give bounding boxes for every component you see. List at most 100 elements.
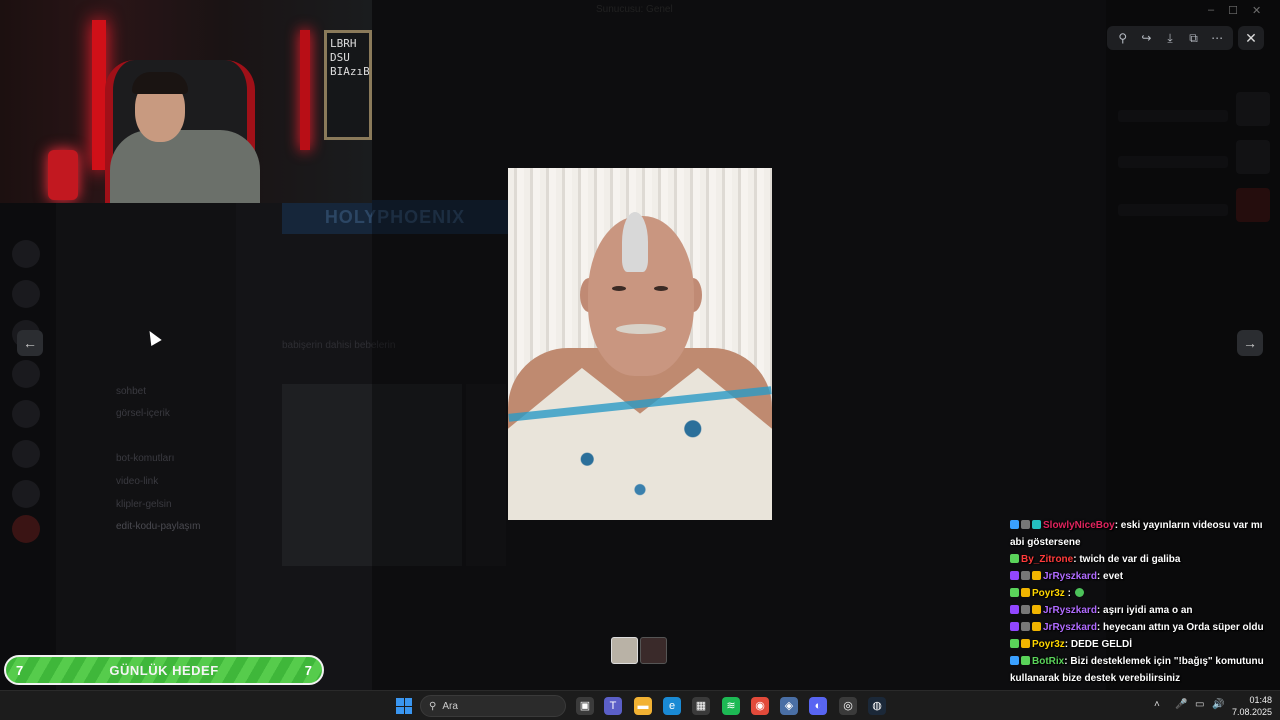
badge-icon <box>1010 639 1019 648</box>
badge-icon <box>1021 588 1030 597</box>
chat-message: JrRyszkard: aşırı iyidi ama o an <box>1010 602 1276 619</box>
daily-goal-bar: 7 GÜNLÜK HEDEF 7 <box>4 655 324 685</box>
photo-mohawk <box>622 212 648 272</box>
volume-icon[interactable]: 🔊 <box>1212 699 1224 710</box>
discord-icon[interactable]: ◐ <box>809 697 827 715</box>
microphone-icon[interactable]: 🎤 <box>1175 699 1187 710</box>
badge-icon <box>1010 588 1019 597</box>
server-icon <box>12 280 40 308</box>
screen: sohbet görsel-içerik bot-komutları video… <box>0 0 1280 720</box>
chat-text: : twich de var di galiba <box>1073 554 1181 565</box>
server-icon <box>12 400 40 428</box>
server-icon <box>12 515 40 543</box>
photo-mustache <box>616 324 666 334</box>
led-light <box>300 30 310 150</box>
photo-eye <box>654 286 668 291</box>
lamp <box>48 150 78 200</box>
chat-message: JrRyszkard: heyecanı attın ya Orda süper… <box>1010 619 1276 636</box>
badge-icon <box>1021 605 1030 614</box>
file-explorer-icon[interactable]: ▬ <box>634 697 652 715</box>
chat-username[interactable]: Poyr3z <box>1032 588 1065 599</box>
taskbar-search[interactable]: ⚲ Ara <box>420 695 566 717</box>
next-arrow-icon[interactable]: → <box>1237 330 1263 356</box>
viewer-image[interactable] <box>508 168 772 520</box>
download-icon[interactable]: ⤓ <box>1160 28 1180 48</box>
steam-icon[interactable]: ◍ <box>868 697 886 715</box>
clock-date: 7.08.2025 <box>1231 707 1272 717</box>
taskbar-clock[interactable]: 01:48 7.08.2025 <box>1228 694 1272 718</box>
search-icon: ⚲ <box>429 700 437 712</box>
close-icon[interactable]: ✕ <box>1238 26 1264 50</box>
task-view-icon[interactable]: ▣ <box>576 697 594 715</box>
badge-icon <box>1010 656 1019 665</box>
chat-username[interactable]: SlowlyNiceBoy <box>1043 520 1115 531</box>
chat-username[interactable]: JrRyszkard <box>1043 571 1097 582</box>
badge-icon <box>1021 622 1030 631</box>
badge-icon <box>1021 656 1030 665</box>
app-icon[interactable]: ◈ <box>780 697 798 715</box>
viewer-toolbar: ⚲ ↪ ⤓ ⧉ ⋯ <box>1107 26 1233 50</box>
windows-start-icon[interactable] <box>396 698 412 714</box>
badge-icon <box>1021 571 1030 580</box>
server-icon <box>12 360 40 388</box>
chat-username[interactable]: JrRyszkard <box>1043 622 1097 633</box>
obs-icon[interactable]: ◎ <box>839 697 857 715</box>
chat-text: : <box>1064 588 1071 599</box>
badge-icon <box>1032 605 1041 614</box>
board-line: DSU <box>330 51 350 64</box>
chat-username[interactable]: Poyr3z <box>1032 639 1065 650</box>
chalkboard: LBRH DSU BIAzıB <box>324 30 372 140</box>
badge-icon <box>1021 639 1030 648</box>
thumbnail[interactable] <box>640 637 667 664</box>
badge-icon <box>1010 605 1019 614</box>
chat-username[interactable]: By_Zitrone <box>1021 554 1073 565</box>
network-icon[interactable]: ▭ <box>1195 699 1204 710</box>
badge-icon <box>1021 520 1030 529</box>
streamer-body <box>110 130 260 203</box>
thumbnail[interactable] <box>611 637 638 664</box>
chat-message: SlowlyNiceBoy: eski yayınların videosu v… <box>1010 517 1276 551</box>
server-icon <box>12 440 40 468</box>
forward-icon[interactable]: ↪ <box>1136 28 1156 48</box>
goal-current: 7 <box>16 662 24 678</box>
teams-icon[interactable]: T <box>604 697 622 715</box>
chevron-up-icon[interactable]: ˄ <box>1154 699 1160 710</box>
server-icon <box>12 480 40 508</box>
chat-message: BotRix: Bizi desteklemek için "!bağış" k… <box>1010 653 1276 687</box>
badge-icon <box>1032 622 1041 631</box>
spotify-icon[interactable]: ≋ <box>722 697 740 715</box>
emote-icon <box>1074 588 1084 597</box>
server-icon <box>12 240 40 268</box>
goal-target: 7 <box>304 662 312 678</box>
more-icon[interactable]: ⋯ <box>1207 28 1227 48</box>
chat-message: Poyr3z : <box>1010 585 1276 602</box>
chat-text: : evet <box>1096 571 1124 582</box>
chrome-icon[interactable]: ◉ <box>751 697 769 715</box>
badge-icon <box>1010 571 1019 580</box>
chat-message: JrRyszkard: evet <box>1010 568 1276 585</box>
chat-username[interactable]: BotRix <box>1032 656 1064 667</box>
previous-arrow-icon[interactable]: ← <box>17 330 43 356</box>
open-external-icon[interactable]: ⧉ <box>1184 28 1204 48</box>
search-placeholder: Ara <box>442 700 458 712</box>
zoom-icon[interactable]: ⚲ <box>1113 28 1133 48</box>
chat-text: : DEDE GELDİ <box>1064 639 1133 650</box>
taskbar: ⚲ Ara ▣ T ▬ e ▦ ≋ ◉ ◈ ◐ ◎ ◍ ˄ 🎤 ▭ 🔊 01:48 7.08.202… <box>0 690 1280 720</box>
badge-icon <box>1010 554 1019 563</box>
webcam-overlay: LBRH DSU BIAzıB <box>0 0 372 203</box>
clock-time: 01:48 <box>1249 695 1272 705</box>
chat-message: By_Zitrone: twich de var di galiba <box>1010 551 1276 568</box>
board-line: LBRH <box>330 37 357 50</box>
badge-icon <box>1010 520 1019 529</box>
badge-icon <box>1010 622 1019 631</box>
led-light <box>92 20 106 170</box>
store-icon[interactable]: ▦ <box>692 697 710 715</box>
streamer-hair <box>132 72 188 94</box>
photo-eye <box>612 286 626 291</box>
edge-icon[interactable]: e <box>663 697 681 715</box>
chat-text: : aşırı iyidi ama o an <box>1096 605 1193 616</box>
badge-icon <box>1032 520 1041 529</box>
chat-message: Poyr3z: DEDE GELDİ <box>1010 636 1276 653</box>
chat-username[interactable]: JrRyszkard <box>1043 605 1097 616</box>
board-line: BIAzıB <box>330 65 370 78</box>
